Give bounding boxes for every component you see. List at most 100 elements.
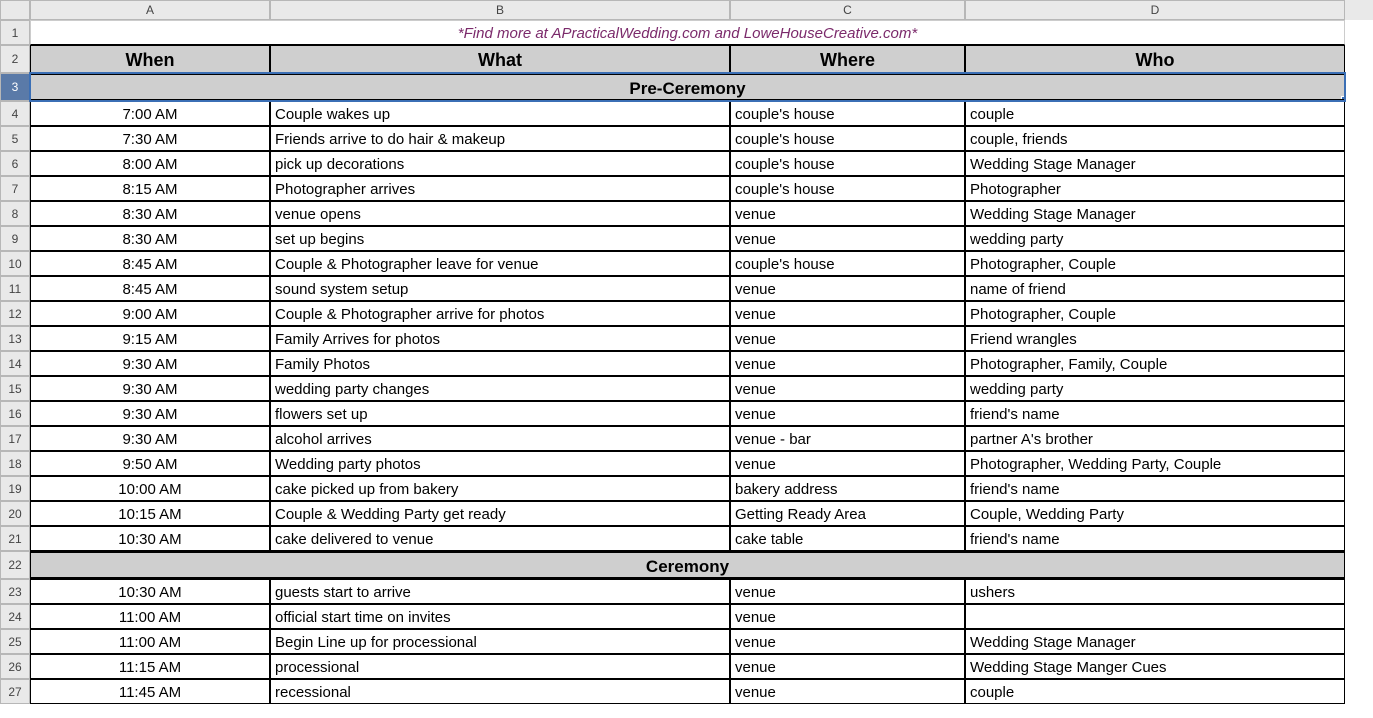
cell-when[interactable]: 9:30 AM <box>30 426 270 451</box>
col-header-c[interactable]: C <box>730 0 965 20</box>
cell-where[interactable]: couple's house <box>730 176 965 201</box>
cell-when[interactable]: 11:45 AM <box>30 679 270 704</box>
row-header-22[interactable]: 22 <box>0 551 30 579</box>
cell-when[interactable]: 8:30 AM <box>30 226 270 251</box>
cell-where[interactable]: couple's house <box>730 126 965 151</box>
cell-what[interactable]: recessional <box>270 679 730 704</box>
cell-who[interactable]: friend's name <box>965 526 1345 551</box>
row-header-21[interactable]: 21 <box>0 526 30 551</box>
cell-what[interactable]: Begin Line up for processional <box>270 629 730 654</box>
cell-what[interactable]: Family Arrives for photos <box>270 326 730 351</box>
cell-when[interactable]: 8:15 AM <box>30 176 270 201</box>
cell-where[interactable]: venue <box>730 226 965 251</box>
cell-where[interactable]: venue <box>730 351 965 376</box>
row-header-2[interactable]: 2 <box>0 45 30 73</box>
cell-when[interactable]: 10:00 AM <box>30 476 270 501</box>
row-header-4[interactable]: 4 <box>0 101 30 126</box>
cell-when[interactable]: 9:15 AM <box>30 326 270 351</box>
col-header-b[interactable]: B <box>270 0 730 20</box>
cell-where[interactable]: Getting Ready Area <box>730 501 965 526</box>
cell-when[interactable]: 10:30 AM <box>30 579 270 604</box>
cell-what[interactable]: guests start to arrive <box>270 579 730 604</box>
cell-where[interactable]: venue <box>730 451 965 476</box>
cell-when[interactable]: 9:50 AM <box>30 451 270 476</box>
cell-when[interactable]: 8:30 AM <box>30 201 270 226</box>
col-header-d[interactable]: D <box>965 0 1345 20</box>
cell-what[interactable]: cake delivered to venue <box>270 526 730 551</box>
cell-where[interactable]: venue <box>730 401 965 426</box>
cell-where[interactable]: venue <box>730 276 965 301</box>
cell-where[interactable]: cake table <box>730 526 965 551</box>
row-header-18[interactable]: 18 <box>0 451 30 476</box>
cell-when[interactable]: 9:30 AM <box>30 376 270 401</box>
cell-who[interactable]: wedding party <box>965 376 1345 401</box>
cell-who[interactable]: Photographer, Wedding Party, Couple <box>965 451 1345 476</box>
row-header-23[interactable]: 23 <box>0 579 30 604</box>
cell-what[interactable]: Wedding party photos <box>270 451 730 476</box>
cell-what[interactable]: Couple & Wedding Party get ready <box>270 501 730 526</box>
cell-when[interactable]: 8:45 AM <box>30 251 270 276</box>
cell-what[interactable]: wedding party changes <box>270 376 730 401</box>
row-header-15[interactable]: 15 <box>0 376 30 401</box>
cell-where[interactable]: venue <box>730 604 965 629</box>
cell-who[interactable]: Photographer, Family, Couple <box>965 351 1345 376</box>
cell-when[interactable]: 8:00 AM <box>30 151 270 176</box>
cell-where[interactable]: bakery address <box>730 476 965 501</box>
cell-what[interactable]: sound system setup <box>270 276 730 301</box>
cell-where[interactable]: couple's house <box>730 151 965 176</box>
row-header-3[interactable]: 3 <box>0 73 30 101</box>
row-header-25[interactable]: 25 <box>0 629 30 654</box>
col-header-a[interactable]: A <box>30 0 270 20</box>
cell-who[interactable]: Wedding Stage Manager <box>965 201 1345 226</box>
cell-when[interactable]: 7:30 AM <box>30 126 270 151</box>
cell-what[interactable]: cake picked up from bakery <box>270 476 730 501</box>
cell-what[interactable]: Photographer arrives <box>270 176 730 201</box>
row-header-9[interactable]: 9 <box>0 226 30 251</box>
cell-where[interactable]: venue <box>730 326 965 351</box>
cell-who[interactable]: Photographer <box>965 176 1345 201</box>
section-0[interactable]: Pre-Ceremony <box>30 73 1345 101</box>
spreadsheet-grid[interactable]: ABCD1*Find more at APracticalWedding.com… <box>0 0 1373 704</box>
cell-who[interactable]: Couple, Wedding Party <box>965 501 1345 526</box>
cell-who[interactable]: Wedding Stage Manger Cues <box>965 654 1345 679</box>
cell-who[interactable]: wedding party <box>965 226 1345 251</box>
row-header-17[interactable]: 17 <box>0 426 30 451</box>
cell-what[interactable]: processional <box>270 654 730 679</box>
cell-who[interactable]: Wedding Stage Manager <box>965 151 1345 176</box>
cell-where[interactable]: couple's house <box>730 251 965 276</box>
cell-what[interactable]: Family Photos <box>270 351 730 376</box>
cell-when[interactable]: 10:30 AM <box>30 526 270 551</box>
cell-when[interactable]: 7:00 AM <box>30 101 270 126</box>
cell-what[interactable]: Couple wakes up <box>270 101 730 126</box>
row-header-27[interactable]: 27 <box>0 679 30 704</box>
cell-where[interactable]: venue - bar <box>730 426 965 451</box>
cell-who[interactable]: ushers <box>965 579 1345 604</box>
row-header-20[interactable]: 20 <box>0 501 30 526</box>
row-header-10[interactable]: 10 <box>0 251 30 276</box>
cell-where[interactable]: couple's house <box>730 101 965 126</box>
cell-who[interactable]: friend's name <box>965 401 1345 426</box>
row-header-13[interactable]: 13 <box>0 326 30 351</box>
selection-handle[interactable] <box>1341 96 1345 101</box>
cell-when[interactable]: 9:30 AM <box>30 351 270 376</box>
row-header-5[interactable]: 5 <box>0 126 30 151</box>
cell-what[interactable]: Couple & Photographer arrive for photos <box>270 301 730 326</box>
cell-who[interactable]: Photographer, Couple <box>965 251 1345 276</box>
cell-where[interactable]: venue <box>730 301 965 326</box>
row-header-8[interactable]: 8 <box>0 201 30 226</box>
row-header-1[interactable]: 1 <box>0 20 30 45</box>
cell-what[interactable]: Couple & Photographer leave for venue <box>270 251 730 276</box>
cell-who[interactable]: couple <box>965 679 1345 704</box>
cell-what[interactable]: official start time on invites <box>270 604 730 629</box>
cell-when[interactable]: 11:00 AM <box>30 604 270 629</box>
row-header-11[interactable]: 11 <box>0 276 30 301</box>
cell-who[interactable]: couple, friends <box>965 126 1345 151</box>
row-header-7[interactable]: 7 <box>0 176 30 201</box>
cell-what[interactable]: Friends arrive to do hair & makeup <box>270 126 730 151</box>
cell-who[interactable]: friend's name <box>965 476 1345 501</box>
cell-who[interactable]: couple <box>965 101 1345 126</box>
cell-who[interactable]: Friend wrangles <box>965 326 1345 351</box>
cell-when[interactable]: 9:30 AM <box>30 401 270 426</box>
cell-when[interactable]: 11:15 AM <box>30 654 270 679</box>
cell-where[interactable]: venue <box>730 201 965 226</box>
